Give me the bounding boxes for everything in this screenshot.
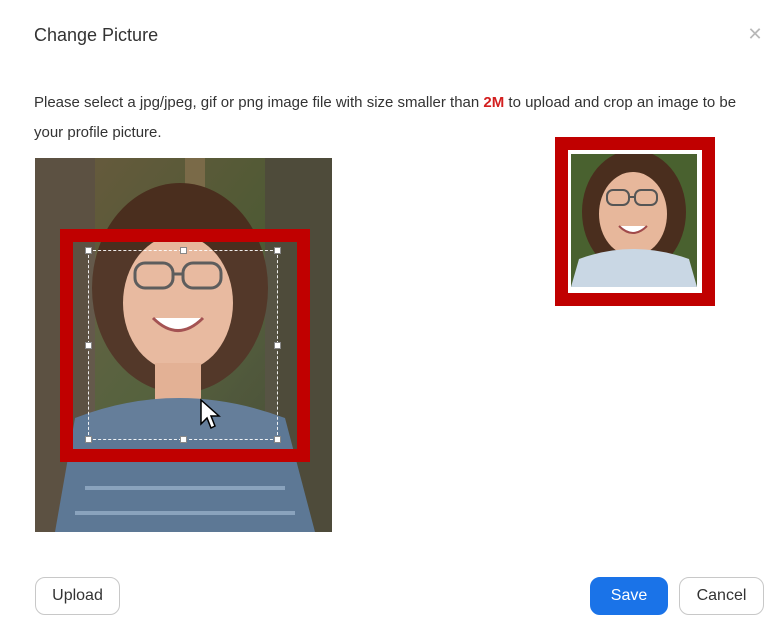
profile-preview — [571, 154, 697, 287]
mouse-pointer-icon — [199, 398, 221, 435]
dialog-title: Change Picture — [34, 25, 159, 45]
close-icon[interactable]: ✕ — [746, 25, 764, 43]
preview-illustration — [571, 154, 697, 287]
upload-button[interactable]: Upload — [35, 577, 120, 615]
crop-annotation-box — [60, 229, 310, 462]
size-limit: 2M — [483, 94, 505, 111]
save-button[interactable]: Save — [590, 577, 668, 615]
description-prefix: Please select a jpg/jpeg, gif or png ima… — [34, 94, 484, 111]
cancel-button[interactable]: Cancel — [679, 577, 764, 615]
